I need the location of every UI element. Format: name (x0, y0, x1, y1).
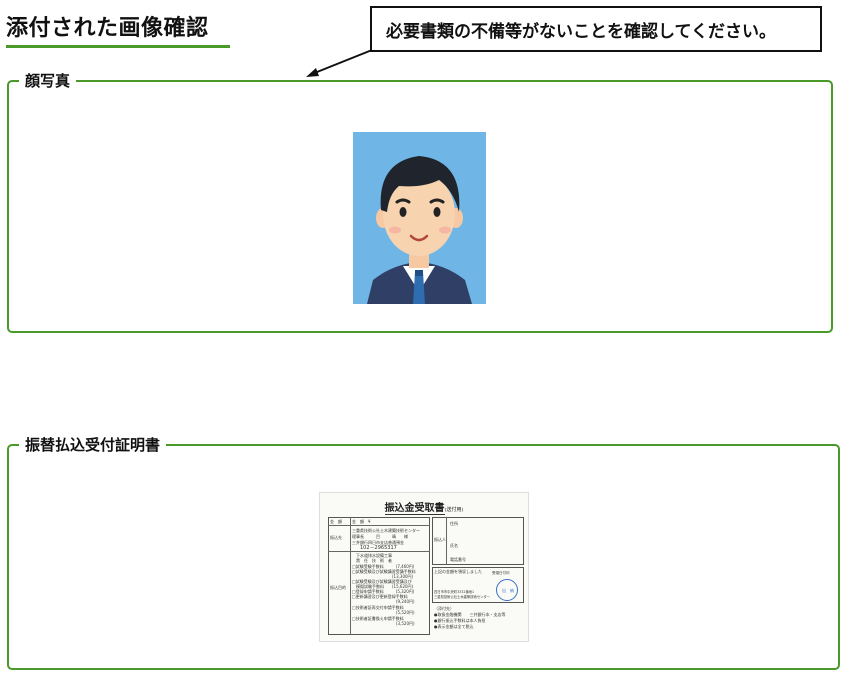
receipt-row-label-purpose: 振込目的 (330, 585, 346, 590)
receipt-right-label-address: 住所 (450, 521, 458, 526)
receipt-stamp-text: 出 納 (502, 588, 514, 593)
receipt-line: 102－2965317 (360, 545, 397, 551)
receipt-right-label-payer: 振込人 (434, 537, 446, 542)
receipt-right-divider (446, 517, 447, 565)
receipt-right-label-name: 氏名 (450, 543, 458, 548)
receipt-title: 振込金受取書(送付用) (320, 499, 528, 515)
receipt-title-sub: (送付用) (444, 507, 464, 513)
payment-receipt-image[interactable]: 振込金受取書(送付用) 金 額 振込先 振込目的 金 額 ¥ 三重県技術公社土木… (319, 492, 529, 642)
face-photo-legend: 顔写真 (25, 72, 71, 90)
receipt-confirm-text: 上記の金額を領収しました (434, 569, 482, 574)
receipt-left-divider (350, 517, 351, 635)
receipt-line: 金 額 ¥ (352, 519, 371, 524)
face-photo-image[interactable] (353, 132, 486, 304)
title-underline (6, 45, 230, 48)
payment-receipt-panel: 振替払込受付証明書 振込金受取書(送付用) 金 額 振込先 振込目的 金 額 ¥… (7, 436, 840, 670)
receipt-row-label-amount: 金 額 (330, 519, 342, 524)
receipt-note: ●表示金額は全て税込 (434, 624, 474, 629)
receipt-stamp-label: 受領日付印 (492, 571, 510, 575)
receipt-right-label-phone: 電話番号 (450, 557, 466, 562)
receipt-row-line (328, 551, 430, 552)
instruction-callout: 必要書類の不備等がないことを確認してください。 (370, 6, 822, 52)
payment-receipt-legend: 振替払込受付証明書 (25, 436, 161, 454)
receipt-line: (3,520円) (352, 621, 415, 626)
instruction-callout-text: 必要書類の不備等がないことを確認してください。 (386, 21, 776, 42)
receipt-row-label-payee: 振込先 (330, 535, 342, 540)
receipt-org-text: 三重県技術公社土木建築技術センター (434, 595, 491, 599)
face-photo-panel: 顔写真 (7, 72, 833, 333)
page-title: 添付された画像確認 (6, 16, 209, 41)
face-photo-illustration (353, 132, 486, 304)
receipt-stamp: 出 納 (496, 579, 518, 601)
receipt-row-line (328, 525, 430, 526)
receipt-title-text: 振込金受取書 (384, 503, 445, 515)
